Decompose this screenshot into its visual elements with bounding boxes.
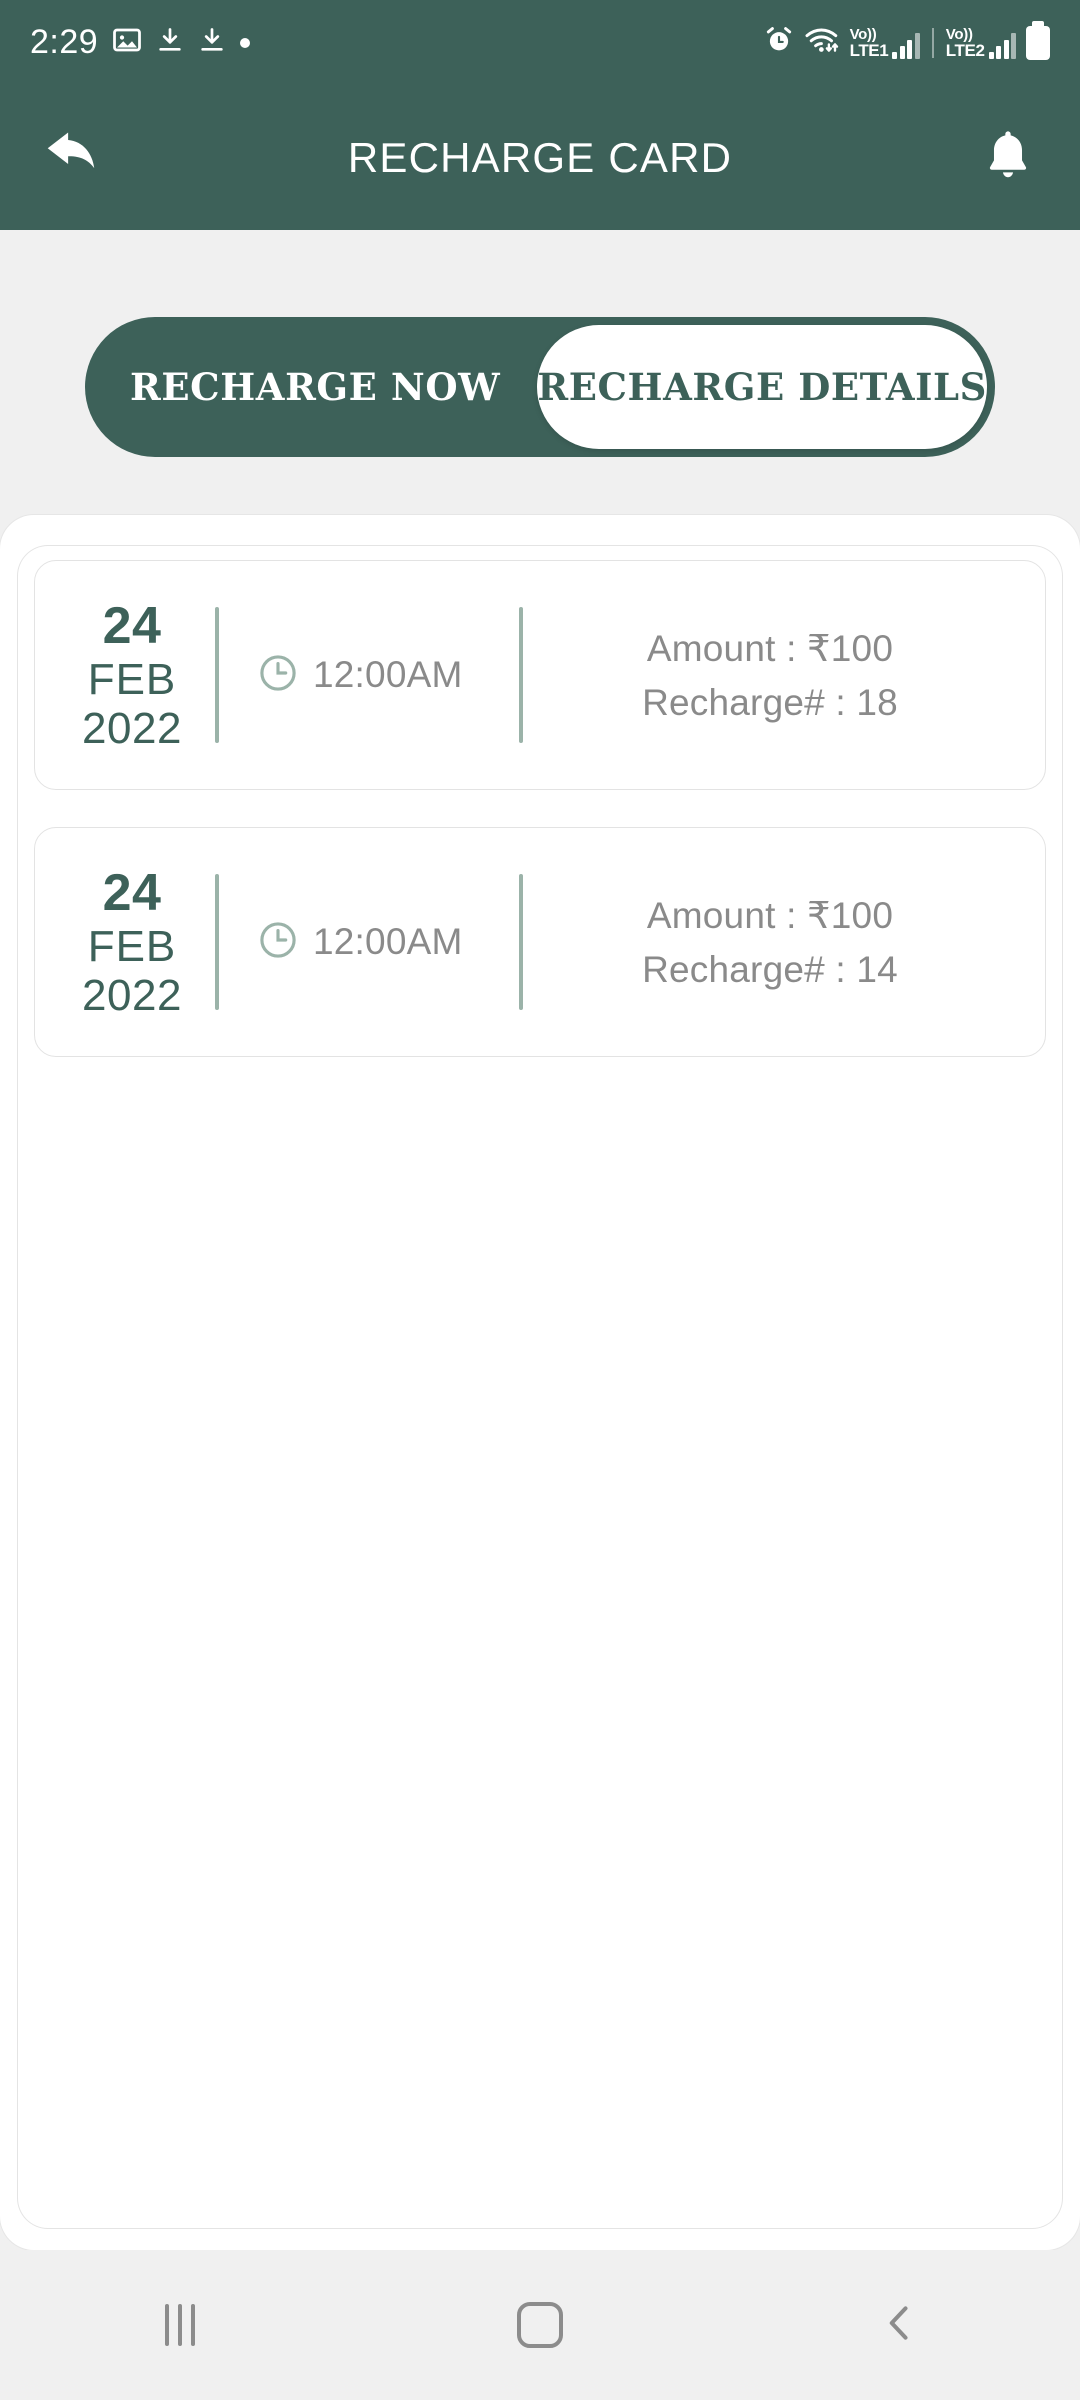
home-icon <box>517 2302 563 2348</box>
clock-icon <box>257 652 299 699</box>
tab-recharge-details[interactable]: RECHARGE DETAILS <box>537 325 987 449</box>
recharge-mode-toggle[interactable]: RECHARGE NOW RECHARGE DETAILS <box>85 317 995 457</box>
signal-sim2-icon: Vo)) LTE2 <box>946 27 1016 59</box>
recharge-month: FEB <box>87 921 177 971</box>
recharge-time-block: 12:00AM <box>219 561 519 789</box>
signal-sim1-icon: Vo)) LTE1 <box>850 27 920 59</box>
recharge-time: 12:00AM <box>313 654 463 695</box>
recharge-list: 24 FEB 2022 12:00AM Amount : ₹100 Rechar… <box>18 546 1062 1094</box>
status-divider <box>931 27 934 58</box>
download-icon <box>156 25 184 60</box>
recharge-list-item[interactable]: 24 FEB 2022 12:00AM Amount : ₹100 Rechar… <box>34 827 1046 1057</box>
recharge-number: Recharge# : 18 <box>642 681 898 723</box>
bell-icon <box>979 126 1037 189</box>
sim1-network-label: LTE1 <box>849 40 889 60</box>
recharge-month: FEB <box>87 654 177 704</box>
notification-button[interactable] <box>962 112 1054 204</box>
system-nav-bar <box>0 2250 1080 2400</box>
content-panel-inner: 24 FEB 2022 12:00AM Amount : ₹100 Rechar… <box>18 546 1062 2228</box>
page-title: RECHARGE CARD <box>347 133 733 181</box>
status-bar: 2:29 Vo)) LTE1 Vo)) LTE2 <box>0 0 1080 85</box>
dot-indicator-icon <box>240 37 251 48</box>
phone-screen: 2:29 Vo)) LTE1 Vo)) LTE2 RECHARGE CARD R… <box>0 0 1080 2400</box>
back-button[interactable] <box>26 112 118 204</box>
sim1-volte-label: Vo)) <box>849 25 877 43</box>
wifi-icon <box>804 25 840 60</box>
recharge-year: 2022 <box>82 971 182 1021</box>
status-bar-clock: 2:29 <box>30 23 99 61</box>
back-arrow-icon <box>41 124 103 191</box>
tab-recharge-now[interactable]: RECHARGE NOW <box>93 325 537 449</box>
recharge-year: 2022 <box>82 704 182 754</box>
recharge-info: Amount : ₹100 Recharge# : 14 <box>523 828 1045 1056</box>
battery-icon <box>1026 20 1050 60</box>
nav-home-button[interactable] <box>465 2250 615 2400</box>
recharge-time-block: 12:00AM <box>219 828 519 1056</box>
recharge-list-item[interactable]: 24 FEB 2022 12:00AM Amount : ₹100 Rechar… <box>34 560 1046 790</box>
status-bar-right: Vo)) LTE1 Vo)) LTE2 <box>764 20 1050 60</box>
recents-icon <box>165 2304 195 2346</box>
recharge-day: 24 <box>102 596 162 655</box>
recharge-date: 24 FEB 2022 <box>35 828 215 1056</box>
sim2-volte-label: Vo)) <box>945 25 973 43</box>
recharge-day: 24 <box>102 863 162 922</box>
image-icon <box>112 25 142 60</box>
recharge-number: Recharge# : 14 <box>642 948 898 990</box>
recharge-time: 12:00AM <box>313 921 463 962</box>
nav-back-button[interactable] <box>825 2250 975 2400</box>
status-bar-left: 2:29 <box>30 23 251 62</box>
download-icon <box>198 25 226 60</box>
nav-recents-button[interactable] <box>105 2250 255 2400</box>
clock-icon <box>257 919 299 966</box>
recharge-amount: Amount : ₹100 <box>646 627 894 669</box>
alarm-icon <box>764 25 794 60</box>
recharge-info: Amount : ₹100 Recharge# : 18 <box>523 561 1045 789</box>
recharge-amount: Amount : ₹100 <box>646 894 894 936</box>
recharge-date: 24 FEB 2022 <box>35 561 215 789</box>
sim2-network-label: LTE2 <box>945 40 985 60</box>
back-chevron-icon <box>878 2299 922 2352</box>
app-bar: RECHARGE CARD <box>0 85 1080 230</box>
